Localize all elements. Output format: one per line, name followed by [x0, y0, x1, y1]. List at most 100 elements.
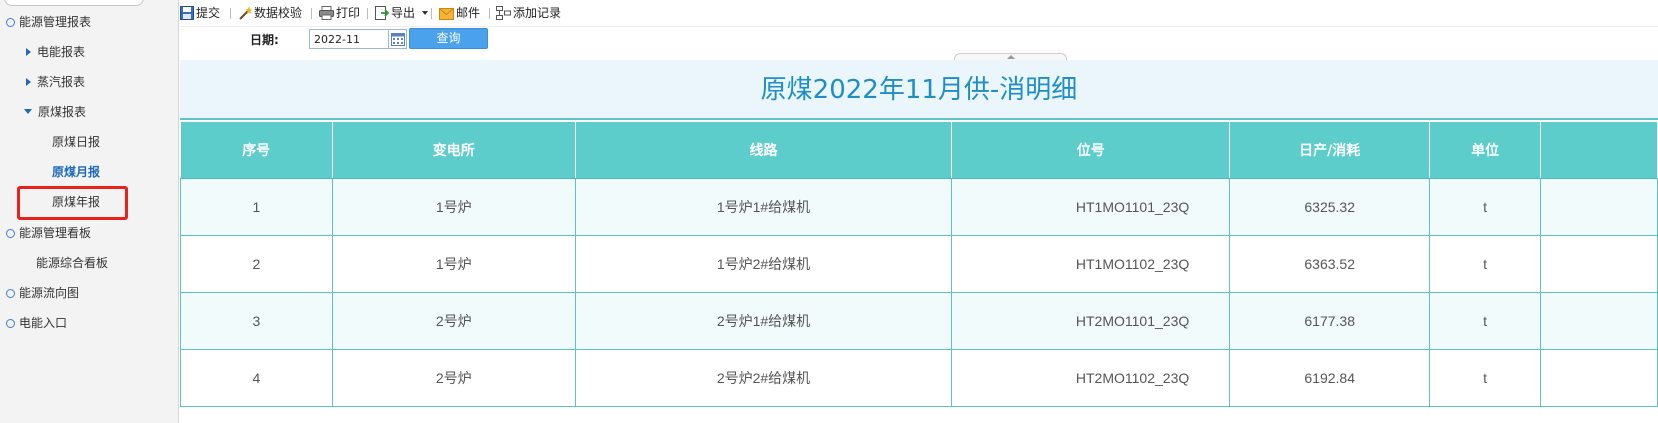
cell-index: 4: [180, 349, 333, 407]
mail-label: 邮件: [456, 6, 481, 20]
export-label: 导出: [391, 6, 416, 20]
toolbar-divider: [489, 8, 490, 19]
report-table: 序号 变电所 线路 位号 日产/消耗 单位 1 1号炉 1号炉1#给煤机 HT1…: [180, 122, 1658, 407]
cell-substation: 2号炉: [332, 349, 576, 407]
cell-unit: t: [1429, 349, 1542, 407]
sidebar-item-label: 蒸汽报表: [37, 75, 86, 89]
cell-tag: HT2MO1101_23Q: [951, 292, 1231, 350]
column-header-daily-consumption: 日产/消耗: [1229, 122, 1431, 179]
sidebar-item-raw-coal-monthly[interactable]: 原煤月报: [52, 161, 100, 183]
caret-right-icon: [26, 78, 31, 86]
cell-daily-consumption: 6363.52: [1229, 235, 1431, 293]
cell-unit: t: [1429, 178, 1542, 236]
toolbar-divider: [431, 8, 432, 19]
cell-index: 1: [180, 178, 333, 236]
toolbar-divider: [311, 8, 312, 19]
cell-unit: t: [1429, 292, 1542, 350]
table-row: 1 1号炉 1号炉1#给煤机 HT1MO1101_23Q 6325.32 t: [180, 178, 1658, 236]
sidebar-item-label: 能源流向图: [19, 286, 80, 300]
sidebar-item-energy-overview-dashboard[interactable]: 能源综合看板: [36, 252, 108, 274]
cell-extra: [1540, 235, 1658, 293]
sidebar-item-electric-reports[interactable]: 电能报表: [26, 41, 85, 63]
cell-line: 2号炉2#给煤机: [575, 349, 953, 407]
sidebar-item-raw-coal-daily[interactable]: 原煤日报: [52, 131, 100, 153]
export-dropdown-button[interactable]: 导出: [375, 4, 428, 23]
report-title: 原煤2022年11月供-消明细: [760, 75, 1078, 105]
save-icon: [180, 6, 194, 20]
query-bar: 日期: 查询: [180, 27, 1658, 55]
cell-tag: HT1MO1102_23Q: [951, 235, 1231, 293]
highlight-annotation-box: [17, 186, 128, 220]
magic-wand-icon: [239, 6, 252, 20]
sidebar-item-energy-dashboard[interactable]: 能源管理看板: [6, 222, 91, 244]
table-row: 4 2号炉 2号炉2#给煤机 HT2MO1102_23Q 6192.84 t: [180, 349, 1658, 407]
cell-daily-consumption: 6177.38: [1229, 292, 1431, 350]
cell-extra: [1540, 292, 1658, 350]
date-label: 日期:: [250, 33, 279, 47]
add-record-button[interactable]: 添加记录: [496, 4, 561, 23]
data-validate-button[interactable]: 数据校验: [238, 4, 302, 23]
calendar-picker-button[interactable]: [389, 29, 407, 49]
sidebar-item-steam-reports[interactable]: 蒸汽报表: [26, 71, 85, 93]
add-row-icon: [496, 6, 511, 20]
chevron-down-icon: [421, 11, 428, 15]
sidebar-item-label: 电能报表: [37, 45, 86, 59]
sidebar-item-label: 能源管理报表: [19, 15, 92, 29]
cell-unit: t: [1429, 235, 1542, 293]
cell-daily-consumption: 6192.84: [1229, 349, 1431, 407]
sidebar-search-input[interactable]: [4, 0, 144, 6]
date-input[interactable]: [309, 29, 389, 49]
sidebar-item-raw-coal-reports[interactable]: 原煤报表: [24, 101, 86, 123]
envelope-icon: [439, 8, 454, 20]
circle-icon: [6, 289, 15, 298]
add-record-label: 添加记录: [513, 6, 562, 20]
column-header-extra: [1540, 122, 1658, 179]
cell-extra: [1540, 349, 1658, 407]
toolbar: 提交 数据校验 打印 导出 邮件 添加记录: [180, 0, 1658, 27]
toolbar-divider: [230, 8, 231, 19]
cell-extra: [1540, 178, 1658, 236]
sidebar-item-energy-flow-chart[interactable]: 能源流向图: [6, 282, 79, 304]
sidebar: 能源管理报表 电能报表 蒸汽报表 原煤报表 原煤日报 原煤月报 原煤年报 能源管…: [0, 0, 179, 423]
sidebar-item-label: 原煤报表: [38, 105, 87, 119]
data-validate-label: 数据校验: [254, 6, 303, 20]
cell-tag: HT2MO1102_23Q: [951, 349, 1231, 407]
query-button[interactable]: 查询: [409, 28, 488, 49]
export-icon: [375, 6, 389, 20]
caret-down-icon: [24, 109, 32, 114]
sidebar-item-electric-entry[interactable]: 电能入口: [6, 312, 67, 334]
column-header-tag: 位号: [951, 122, 1231, 179]
submit-button[interactable]: 提交: [180, 4, 220, 23]
cell-line: 1号炉2#给煤机: [575, 235, 953, 293]
column-header-substation: 变电所: [332, 122, 576, 179]
sidebar-item-label: 能源综合看板: [36, 256, 109, 270]
table-row: 2 1号炉 1号炉2#给煤机 HT1MO1102_23Q 6363.52 t: [180, 235, 1658, 293]
cell-tag: HT1MO1101_23Q: [951, 178, 1231, 236]
cell-index: 3: [180, 292, 333, 350]
table-row: 3 2号炉 2号炉1#给煤机 HT2MO1101_23Q 6177.38 t: [180, 292, 1658, 350]
cell-daily-consumption: 6325.32: [1229, 178, 1431, 236]
printer-icon: [319, 6, 334, 20]
table-header-row: 序号 变电所 线路 位号 日产/消耗 单位: [180, 122, 1658, 179]
submit-label: 提交: [196, 6, 221, 20]
print-button[interactable]: 打印: [319, 4, 360, 23]
column-header-index: 序号: [180, 122, 333, 179]
cell-index: 2: [180, 235, 333, 293]
circle-icon: [6, 229, 15, 238]
cell-line: 1号炉1#给煤机: [575, 178, 953, 236]
sidebar-item-label: 原煤月报: [52, 165, 101, 179]
column-header-line: 线路: [575, 122, 953, 179]
report-title-bar: 原煤2022年11月供-消明细: [180, 60, 1658, 120]
cell-substation: 2号炉: [332, 292, 576, 350]
cell-line: 2号炉1#给煤机: [575, 292, 953, 350]
caret-right-icon: [26, 48, 31, 56]
toolbar-divider: [367, 8, 368, 19]
sidebar-item-label: 能源管理看板: [19, 226, 92, 240]
cell-substation: 1号炉: [332, 178, 576, 236]
mail-button[interactable]: 邮件: [439, 4, 480, 23]
calendar-icon: [391, 33, 405, 46]
print-label: 打印: [336, 6, 361, 20]
sidebar-item-energy-management-reports[interactable]: 能源管理报表: [6, 11, 91, 33]
sidebar-item-label: 原煤日报: [52, 135, 101, 149]
cell-substation: 1号炉: [332, 235, 576, 293]
